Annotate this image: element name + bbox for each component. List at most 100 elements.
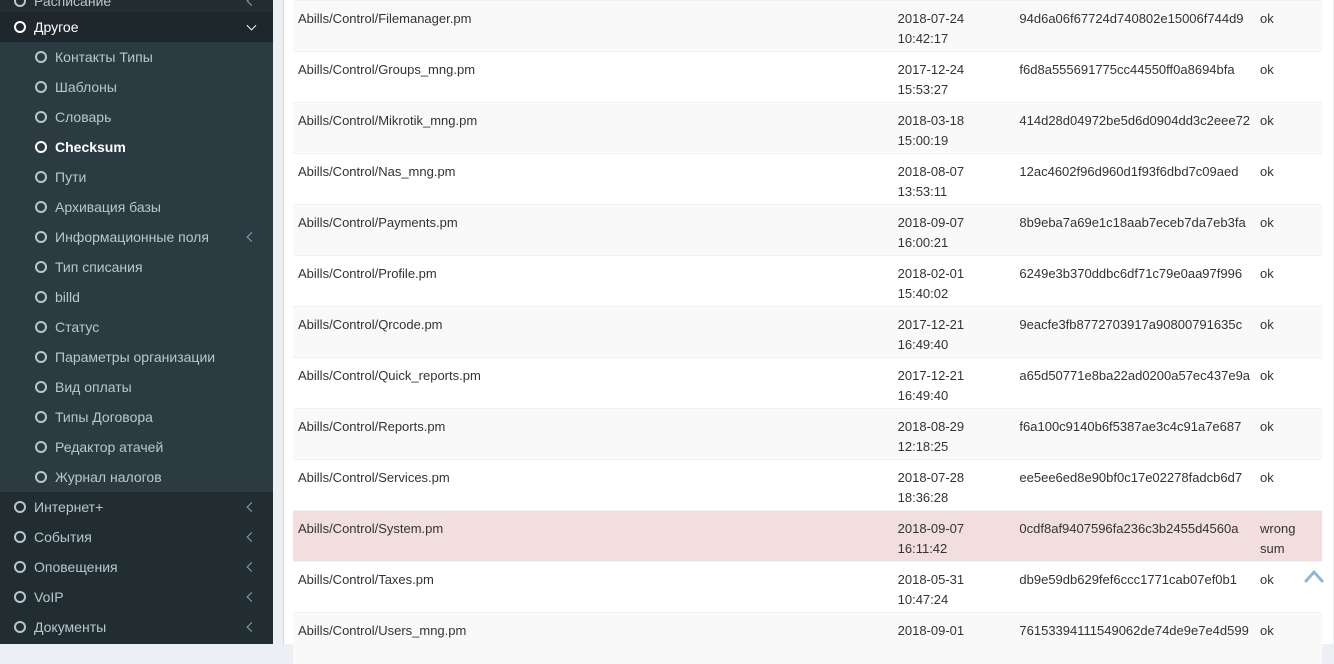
sidebar-item-notifications[interactable]: Оповещения	[0, 552, 273, 582]
file-path-cell: Abills/Control/Users_mng.pm	[293, 612, 893, 664]
modified-cell: 2018-07-24 10:42:17	[892, 0, 1015, 52]
sidebar-subitem-checksum[interactable]: Checksum	[0, 132, 273, 162]
checksum-cell: f6a100c9140b6f5387ae3c4c91a7e687	[1014, 408, 1256, 460]
table-row: Abills/Control/Qrcode.pm 2017-12-21 16:49…	[293, 306, 1322, 358]
table-row: Abills/Control/Services.pm 2018-07-28 18:…	[293, 459, 1322, 511]
circle-outline-icon	[14, 591, 26, 603]
circle-outline-icon	[35, 201, 47, 213]
status-cell: ok	[1255, 612, 1322, 664]
modified-date: 2018-05-31	[897, 572, 965, 587]
modified-time: 15:53:27	[897, 82, 949, 97]
file-path-cell: Abills/Control/Qrcode.pm	[293, 306, 893, 358]
modified-cell: 2018-09-01	[892, 612, 1015, 664]
file-path-cell: Abills/Control/System.pm	[293, 510, 893, 562]
sidebar-subitem-payment-type[interactable]: Вид оплаты	[0, 372, 273, 402]
sidebar-subitem-label: Журнал налогов	[55, 469, 162, 485]
file-path-cell: Abills/Control/Groups_mng.pm	[293, 51, 893, 103]
file-path-cell: Abills/Control/Payments.pm	[293, 204, 893, 256]
status-cell: ok	[1255, 204, 1322, 256]
status-cell: ok	[1255, 306, 1322, 358]
circle-outline-icon	[35, 321, 47, 333]
scroll-to-top-button[interactable]	[1303, 565, 1325, 587]
modified-cell: 2018-08-07 13:53:11	[892, 153, 1015, 205]
sidebar-subitem-billd[interactable]: billd	[0, 282, 273, 312]
modified-date: 2018-07-28	[897, 470, 965, 485]
file-path-cell: Abills/Control/Mikrotik_mng.pm	[293, 102, 893, 154]
chevron-up-icon	[1304, 570, 1324, 583]
sidebar: Расписание Другое Контакты Типы Шаблоны …	[0, 0, 273, 644]
sidebar-item-documents[interactable]: Документы	[0, 612, 273, 642]
sidebar-subitem-db-archive[interactable]: Архивация базы	[0, 192, 273, 222]
circle-outline-icon	[35, 231, 47, 243]
sidebar-subitem-attach-editor[interactable]: Редактор атачей	[0, 432, 273, 462]
sidebar-item-label: Расписание	[34, 0, 112, 9]
sidebar-item-label: Документы	[34, 619, 107, 635]
modified-date: 2018-09-07	[897, 215, 965, 230]
sidebar-subitem-label: Вид оплаты	[55, 379, 132, 395]
chevron-left-icon	[246, 0, 257, 6]
sidebar-subitem-label: Пути	[55, 169, 87, 185]
modified-time: 15:40:02	[897, 286, 949, 301]
file-path-cell: Abills/Control/Reports.pm	[293, 408, 893, 460]
sidebar-subitem-status[interactable]: Статус	[0, 312, 273, 342]
sidebar-item-voip[interactable]: VoIP	[0, 582, 273, 612]
sidebar-item-label: Оповещения	[34, 559, 118, 575]
circle-outline-icon	[35, 411, 47, 423]
sidebar-item-label: Интернет+	[34, 499, 104, 515]
sidebar-item-label: VoIP	[34, 589, 64, 605]
circle-outline-icon	[35, 51, 47, 63]
sidebar-subitem-label: Параметры организации	[55, 349, 216, 365]
status-cell: ok	[1255, 255, 1322, 307]
sidebar-subitem-contact-types[interactable]: Контакты Типы	[0, 42, 273, 72]
sidebar-item-label: События	[34, 529, 92, 545]
modified-cell: 2018-09-07 16:00:21	[892, 204, 1015, 256]
modified-date: 2018-02-01	[897, 266, 965, 281]
checksum-cell: 9eacfe3fb8772703917a90800791635c	[1014, 306, 1256, 358]
sidebar-subitem-writeoff-type[interactable]: Тип списания	[0, 252, 273, 282]
sidebar-item-internet-plus[interactable]: Интернет+	[0, 492, 273, 522]
checksum-table: Abills/Control/Filemanager.pm 2018-07-24…	[293, 0, 1322, 664]
sidebar-subitem-label: Архивация базы	[55, 199, 161, 215]
chevron-left-icon	[246, 502, 257, 512]
file-path-cell: Abills/Control/Profile.pm	[293, 255, 893, 307]
sidebar-subitem-templates[interactable]: Шаблоны	[0, 72, 273, 102]
status-cell: ok	[1255, 408, 1322, 460]
sidebar-subitem-org-params[interactable]: Параметры организации	[0, 342, 273, 372]
checksum-cell: 6249e3b370ddbc6df71c79e0aa97f996	[1014, 255, 1256, 307]
sidebar-section-label: Другое	[34, 19, 79, 35]
sidebar-section-other[interactable]: Другое	[0, 12, 273, 42]
table-row: Abills/Control/Filemanager.pm 2018-07-24…	[293, 0, 1322, 52]
circle-outline-icon	[14, 0, 26, 7]
modified-date: 2017-12-24	[897, 62, 965, 77]
sidebar-subitem-contract-types[interactable]: Типы Договора	[0, 402, 273, 432]
sidebar-subitem-info-fields[interactable]: Информационные поля	[0, 222, 273, 252]
table-row: Abills/Control/Payments.pm 2018-09-07 16:…	[293, 204, 1322, 256]
table-row: Abills/Control/Nas_mng.pm 2018-08-07 13:5…	[293, 153, 1322, 205]
table-row: Abills/Control/Profile.pm 2018-02-01 15:4…	[293, 255, 1322, 307]
circle-outline-icon	[35, 381, 47, 393]
modified-cell: 2018-02-01 15:40:02	[892, 255, 1015, 307]
sidebar-subitem-paths[interactable]: Пути	[0, 162, 273, 192]
checksum-cell: a65d50771e8ba22ad0200a57ec437e9a	[1014, 357, 1256, 409]
status-cell: ok	[1255, 357, 1322, 409]
modified-time: 18:36:28	[897, 490, 949, 505]
table-row: Abills/Control/Taxes.pm 2018-05-31 10:47:…	[293, 561, 1322, 613]
table-row: Abills/Control/Users_mng.pm 2018-09-01 7…	[293, 612, 1322, 664]
chevron-left-icon	[246, 622, 257, 632]
checksum-cell: db9e59db629fef6ccc1771cab07ef0b1	[1014, 561, 1256, 613]
modified-time: 16:11:42	[897, 541, 948, 556]
table-row: Abills/Control/Quick_reports.pm 2017-12-…	[293, 357, 1322, 409]
modified-cell: 2017-12-21 16:49:40	[892, 357, 1015, 409]
sidebar-subitem-tax-log[interactable]: Журнал налогов	[0, 462, 273, 492]
modified-time: 10:42:17	[897, 31, 949, 46]
sidebar-subitem-label: Типы Договора	[55, 409, 153, 425]
sidebar-subitem-label: Тип списания	[55, 259, 143, 275]
sidebar-subitem-label: Checksum	[55, 139, 126, 155]
modified-cell: 2018-08-29 12:18:25	[892, 408, 1015, 460]
sidebar-subitem-dictionary[interactable]: Словарь	[0, 102, 273, 132]
circle-outline-icon	[35, 81, 47, 93]
sidebar-item-events[interactable]: События	[0, 522, 273, 552]
checksum-cell: ee5ee6ed8e90bf0c17e02278fadcb6d7	[1014, 459, 1256, 511]
circle-outline-icon	[35, 261, 47, 273]
circle-outline-icon	[35, 141, 47, 153]
